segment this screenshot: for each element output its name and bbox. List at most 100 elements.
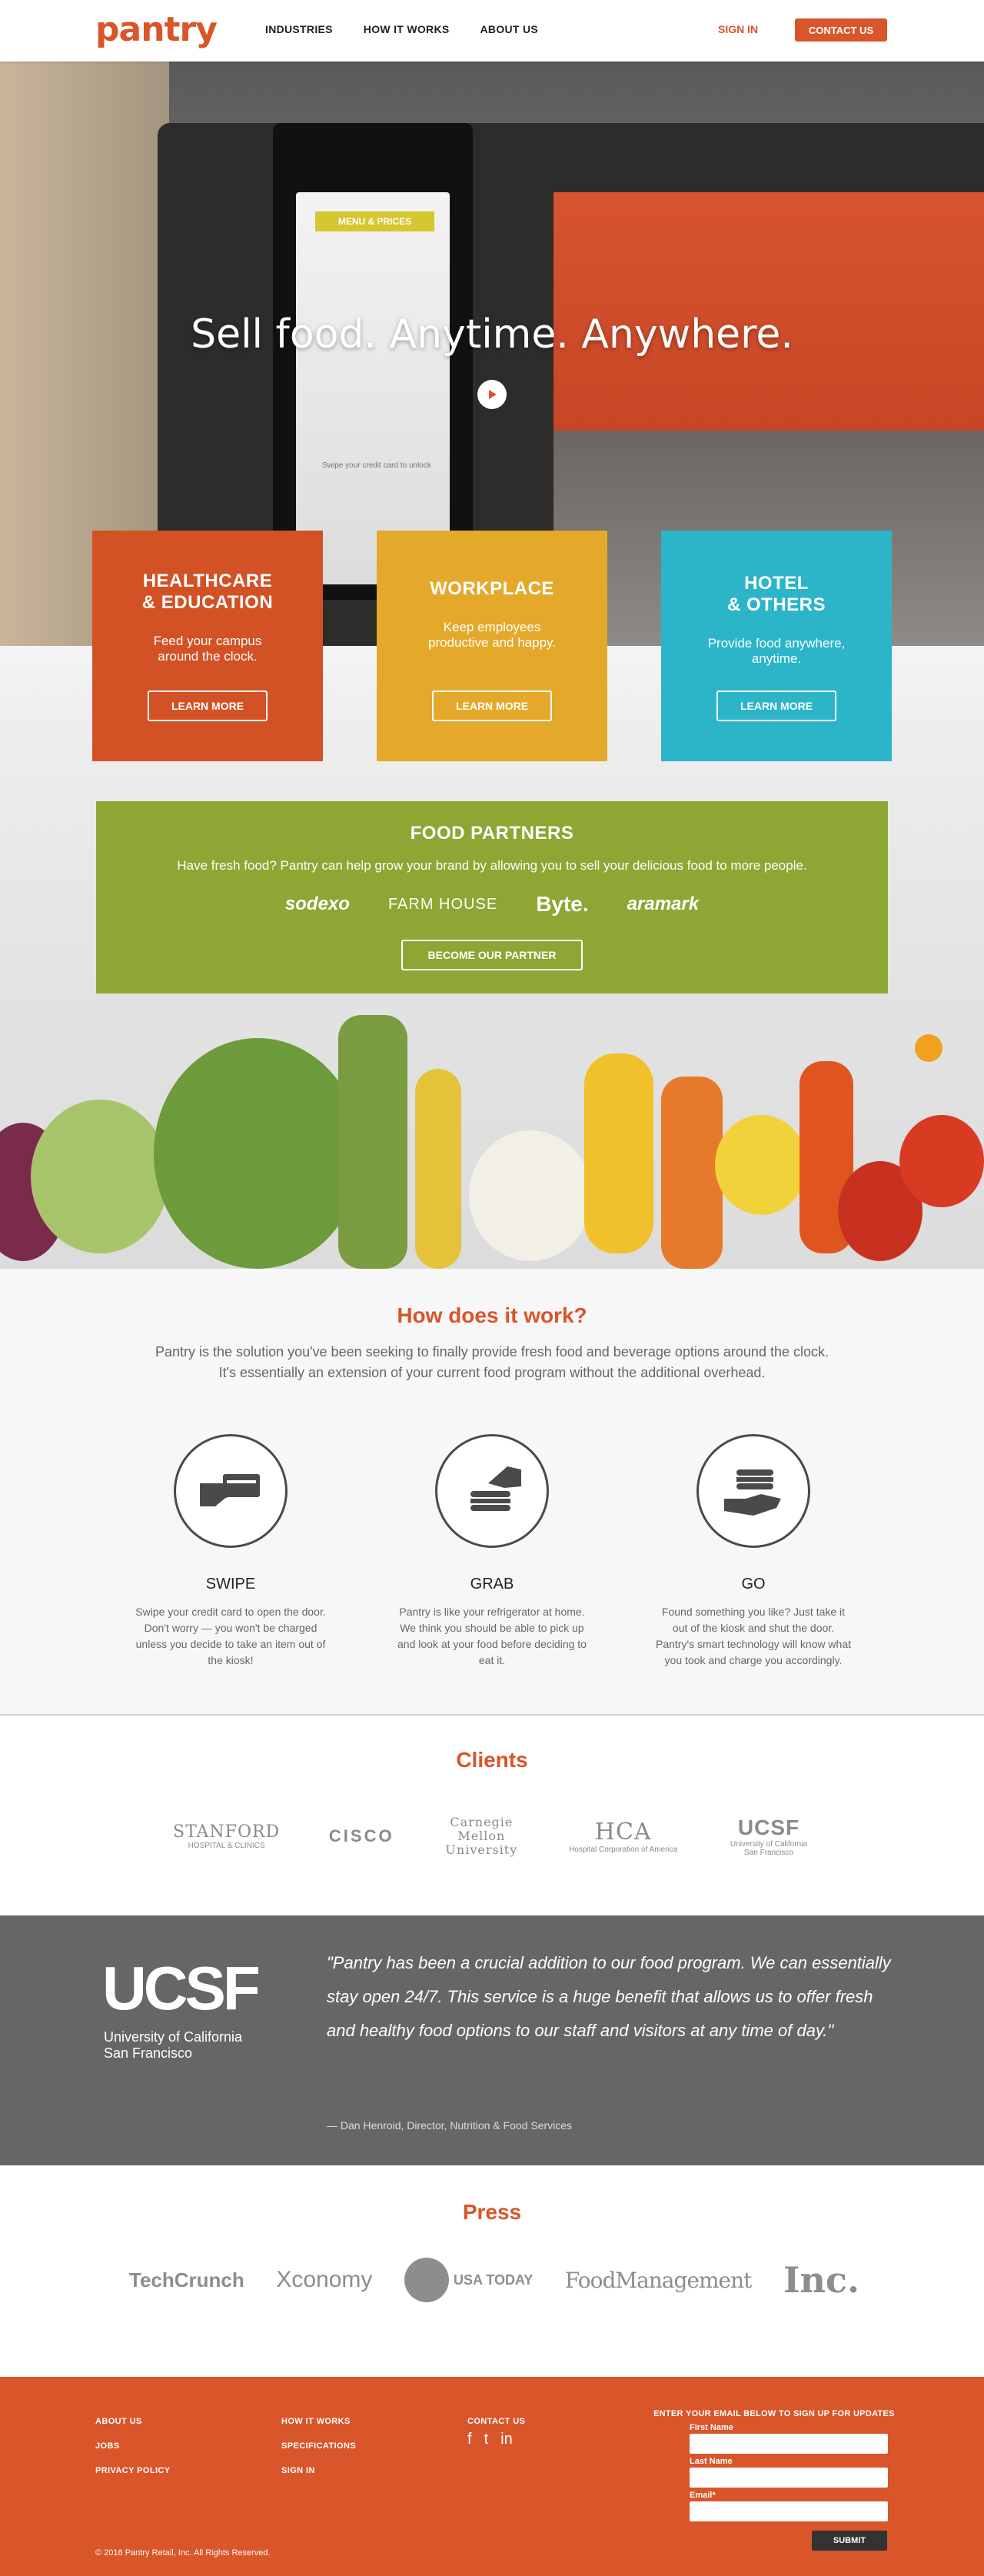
- step-title: GO: [741, 1576, 766, 1593]
- food-partners-title: FOOD PARTNERS: [410, 823, 574, 844]
- ucsf-logo: UCSF: [102, 1954, 261, 2022]
- how-it-works-section: How does it work? Pantry is the solution…: [0, 1269, 984, 1715]
- site-footer: ABOUT US JOBS PRIVACY POLICY HOW IT WORK…: [0, 2377, 984, 2576]
- food-partners-box: FOOD PARTNERS Have fresh food? Pantry ca…: [96, 801, 888, 993]
- press-section: Press TechCrunch Xconomy USA TODAY FoodM…: [0, 2165, 984, 2377]
- usa-today-text: USA TODAY: [453, 2272, 534, 2288]
- facebook-icon[interactable]: f: [467, 2431, 472, 2448]
- screen-banner: MENU & PRICES: [315, 211, 434, 231]
- last-name-field[interactable]: [690, 2468, 888, 2488]
- linkedin-icon[interactable]: in: [500, 2431, 513, 2448]
- hand-sandwich-icon: [696, 1434, 810, 1548]
- usa-today-logo[interactable]: USA TODAY: [404, 2258, 533, 2302]
- tile-text: Keep employees productive and happy.: [427, 620, 557, 650]
- tile-title: HOTEL & OTHERS: [726, 573, 826, 615]
- sodexo-logo: sodexo: [284, 894, 350, 914]
- client-logo-main: STANFORD: [173, 1822, 281, 1842]
- play-video-button[interactable]: [477, 380, 507, 409]
- first-name-field[interactable]: [690, 2434, 888, 2454]
- client-logo-main: Carnegie Mellon University: [445, 1815, 518, 1857]
- nav-about-us[interactable]: ABOUT US: [480, 23, 539, 35]
- learn-more-button[interactable]: LEARN MORE: [148, 691, 268, 721]
- press-title: Press: [462, 2200, 522, 2224]
- client-logo-sub: Hospital Corporation of America: [569, 1845, 678, 1854]
- clients-title: Clients: [456, 1748, 528, 1772]
- play-icon: [489, 390, 497, 399]
- grab-sandwich-icon: [435, 1434, 549, 1548]
- become-partner-button[interactable]: BECOME OUR PARTNER: [401, 940, 583, 970]
- step-go: GO Found something you like? Just take i…: [653, 1434, 853, 1669]
- step-swipe: SWIPE Swipe your credit card to open the…: [131, 1434, 331, 1669]
- sign-in-link[interactable]: SIGN IN: [718, 23, 758, 35]
- twitter-icon[interactable]: t: [484, 2431, 489, 2448]
- kiosk-screen: [296, 192, 450, 584]
- food-management-logo[interactable]: FoodManagement: [565, 2268, 753, 2293]
- client-logo-main: CISCO: [328, 1826, 394, 1845]
- tile-workplace: WORKPLACE Keep employees productive and …: [377, 531, 607, 761]
- ucsf-client-logo: UCSF University of California San Franci…: [726, 1816, 811, 1857]
- farmhouse-logo: FARM HOUSE: [387, 895, 498, 913]
- client-logos: STANFORD HOSPITAL & CLINICS CISCO Carneg…: [173, 1816, 811, 1858]
- email-field[interactable]: [690, 2501, 888, 2521]
- how-intro: Pantry is the solution you've been seeki…: [155, 1344, 829, 1380]
- site-header: pantry INDUSTRIES HOW IT WORKS ABOUT US …: [0, 0, 984, 62]
- footer-link-privacy[interactable]: PRIVACY POLICY: [95, 2458, 171, 2483]
- pantry-logo[interactable]: pantry: [95, 11, 218, 49]
- aramark-logo: aramark: [627, 894, 700, 914]
- tile-text: Feed your campus around the clock.: [153, 634, 262, 664]
- testimonial-attribution: — Dan Henroid, Director, Nutrition & Foo…: [327, 2119, 573, 2132]
- techcrunch-logo[interactable]: TechCrunch: [129, 2268, 244, 2292]
- learn-more-button[interactable]: LEARN MORE: [716, 691, 836, 721]
- email-label: Email*: [690, 2491, 716, 2500]
- step-text: Pantry is like your refrigerator at home…: [397, 1606, 587, 1666]
- first-name-label: First Name: [690, 2423, 733, 2432]
- footer-link-specs[interactable]: SPECIFICATIONS: [281, 2434, 356, 2458]
- submit-button[interactable]: SUBMIT: [812, 2531, 887, 2551]
- tile-text: Provide food anywhere, anytime.: [707, 636, 846, 666]
- main-nav: INDUSTRIES HOW IT WORKS ABOUT US: [265, 23, 538, 35]
- social-links: f t in: [467, 2431, 513, 2448]
- signup-title: ENTER YOUR EMAIL BELOW TO SIGN UP FOR UP…: [653, 2409, 895, 2418]
- testimonial-section: UCSF University of California San Franci…: [0, 1915, 984, 2165]
- client-logo-sub: HOSPITAL & CLINICS: [188, 1842, 265, 1850]
- footer-link-signin[interactable]: SIGN IN: [281, 2458, 356, 2483]
- xconomy-logo[interactable]: Xconomy: [276, 2267, 372, 2293]
- vegetables-image: [0, 1007, 984, 1269]
- card-swipe-icon: [174, 1434, 288, 1548]
- tile-title: HEALTHCARE & EDUCATION: [141, 571, 274, 613]
- partner-logos: sodexo FARM HOUSE Byte. aramark: [96, 892, 888, 917]
- step-title: GRAB: [470, 1576, 514, 1593]
- press-logos: TechCrunch Xconomy USA TODAY FoodManagem…: [129, 2258, 859, 2302]
- clients-section: Clients STANFORD HOSPITAL & CLINICS CISC…: [0, 1716, 984, 1915]
- screen-text: Swipe your credit card to unlock: [322, 461, 431, 470]
- copyright: © 2016 Pantry Retail, Inc. All Rights Re…: [95, 2548, 271, 2558]
- food-partners-text: Have fresh food? Pantry can help grow yo…: [177, 858, 807, 873]
- step-text: Swipe your credit card to open the door.…: [135, 1606, 326, 1666]
- footer-link-about[interactable]: ABOUT US: [95, 2409, 171, 2434]
- ucsf-logo-sub: University of California San Francisco: [104, 2029, 243, 2061]
- client-logo-sub: University of California San Francisco: [730, 1840, 808, 1857]
- footer-col-1: ABOUT US JOBS PRIVACY POLICY: [95, 2409, 171, 2483]
- usa-today-dot: [404, 2258, 449, 2302]
- stanford-logo: STANFORD HOSPITAL & CLINICS: [173, 1822, 280, 1850]
- contact-us-button[interactable]: CONTACT US: [795, 18, 887, 42]
- nav-industries[interactable]: INDUSTRIES: [265, 23, 333, 35]
- footer-link-jobs[interactable]: JOBS: [95, 2434, 171, 2458]
- client-logo-main: HCA: [594, 1819, 652, 1845]
- step-grab: GRAB Pantry is like your refrigerator at…: [392, 1434, 592, 1669]
- cisco-logo: CISCO: [329, 1826, 394, 1846]
- tile-title: WORKPLACE: [430, 578, 554, 599]
- hca-logo: HCA Hospital Corporation of America: [569, 1819, 677, 1854]
- client-logo-main: UCSF: [737, 1816, 800, 1839]
- last-name-label: Last Name: [690, 2457, 733, 2466]
- nav-how-it-works[interactable]: HOW IT WORKS: [364, 23, 450, 35]
- carnegie-mellon-logo: Carnegie Mellon University: [443, 1816, 520, 1857]
- testimonial-quote: "Pantry has been a crucial addition to o…: [327, 1953, 891, 2040]
- inc-logo[interactable]: Inc.: [783, 2259, 859, 2301]
- tile-healthcare: HEALTHCARE & EDUCATION Feed your campus …: [92, 531, 323, 761]
- footer-link-how[interactable]: HOW IT WORKS: [281, 2409, 356, 2434]
- learn-more-button[interactable]: LEARN MORE: [432, 691, 552, 721]
- hero-title: Sell food. Anytime. Anywhere.: [191, 311, 793, 358]
- step-title: SWIPE: [205, 1576, 256, 1593]
- step-text: Found something you like? Just take it o…: [656, 1606, 851, 1666]
